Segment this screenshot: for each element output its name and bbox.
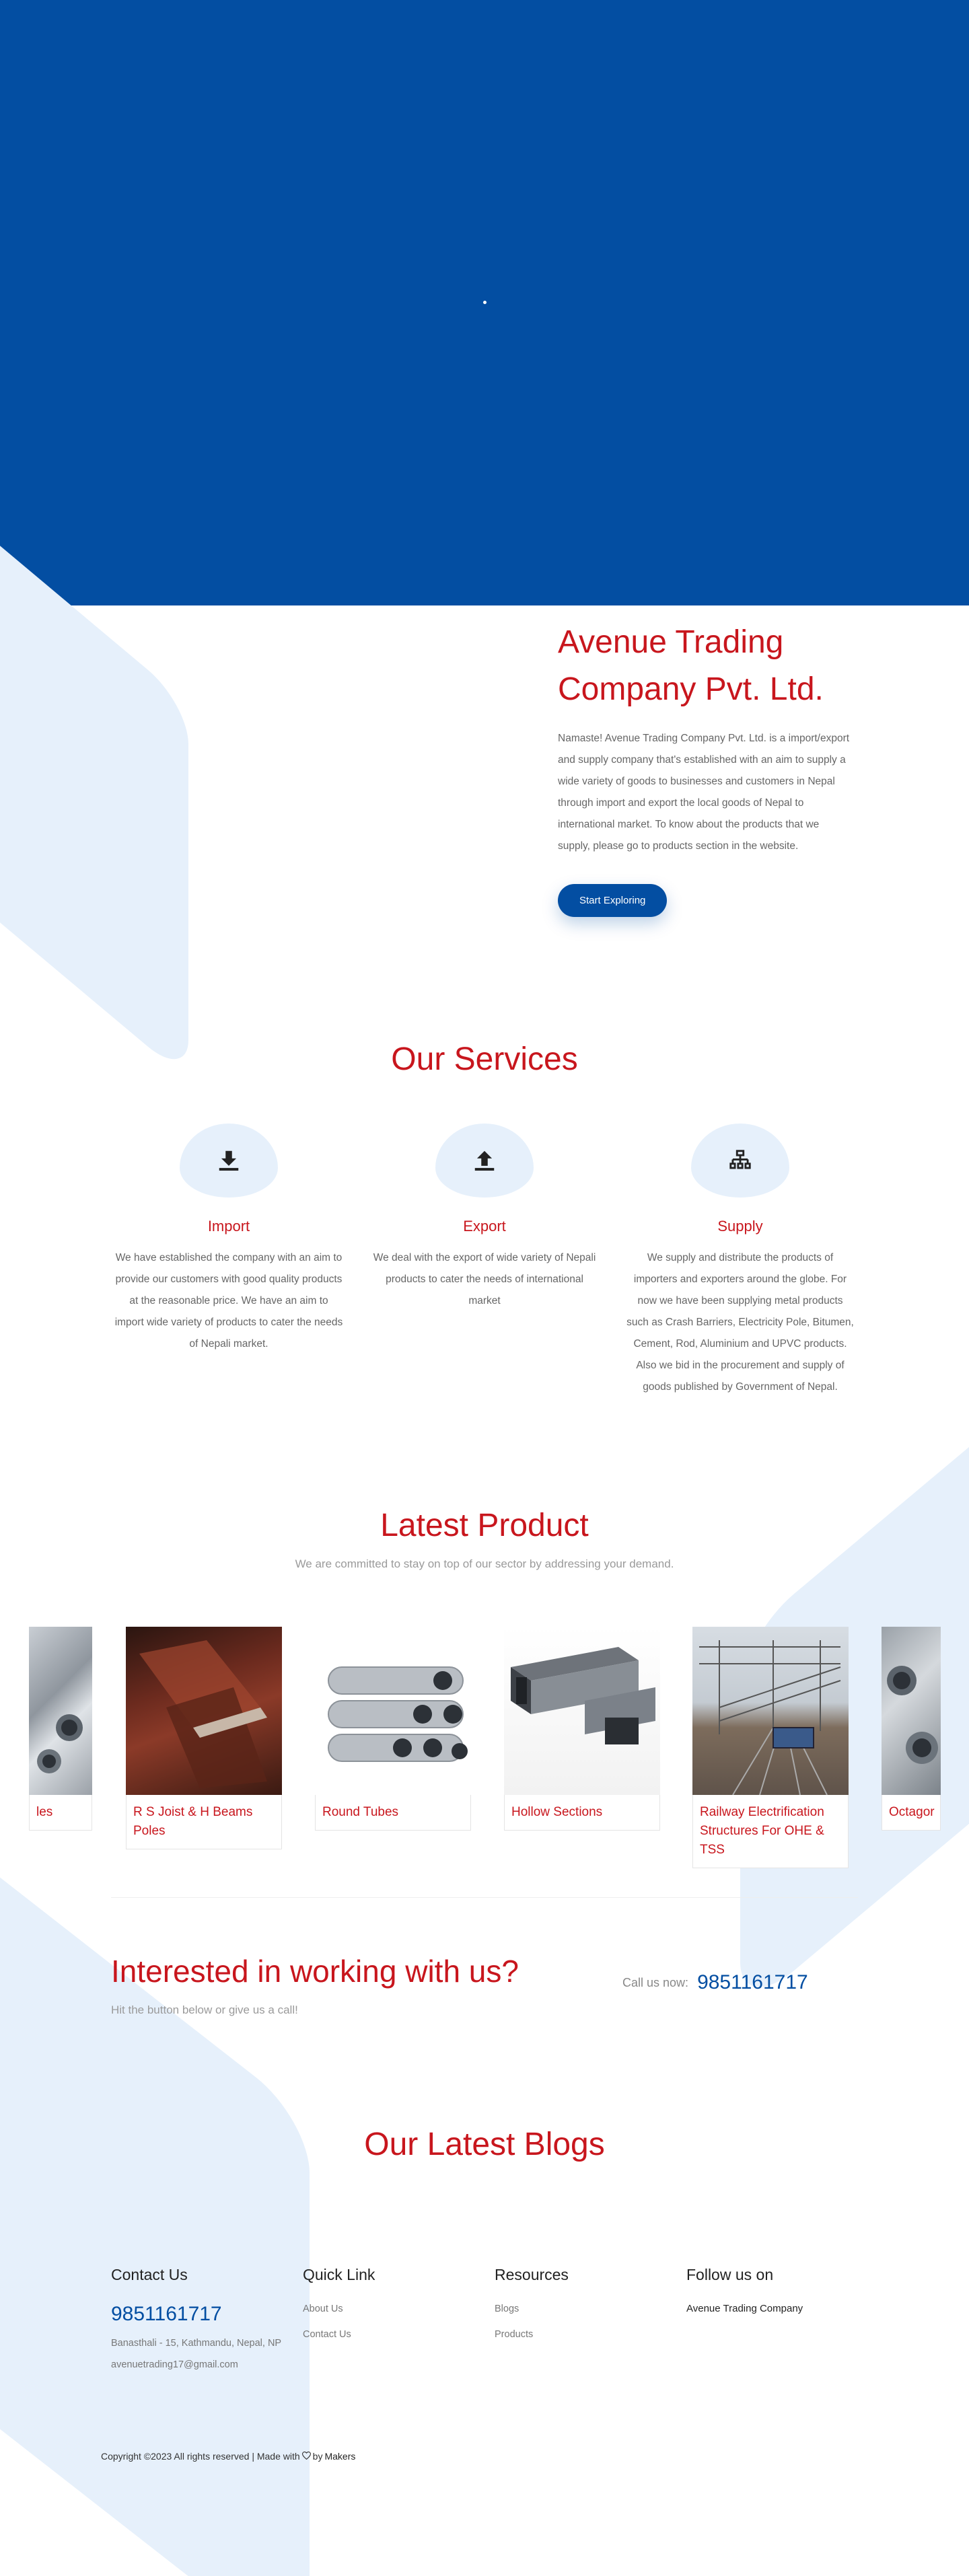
about-text: Namaste! Avenue Trading Company Pvt. Ltd… xyxy=(558,733,850,852)
service-text: We have established the company with an … xyxy=(114,1252,343,1350)
products-title: Latest Product xyxy=(380,1508,589,1543)
footer-quick-link-heading: Quick Link xyxy=(303,2266,375,2283)
product-image xyxy=(504,1627,660,1795)
product-name: Hollow Sections xyxy=(504,1795,660,1831)
product-name: Octagor xyxy=(882,1795,941,1831)
service-name: Supply xyxy=(717,1218,763,1235)
product-card[interactable]: Hollow Sections xyxy=(504,1627,660,1831)
cta-call-label: Call us now: xyxy=(622,1976,689,1989)
product-name: Railway Electrification Structures For O… xyxy=(692,1795,849,1868)
about-title: Avenue Trading Company Pvt. Ltd. xyxy=(558,624,824,707)
footer-contact-heading: Contact Us xyxy=(111,2266,188,2283)
service-name: Export xyxy=(463,1218,506,1235)
section-divider xyxy=(111,1897,858,1898)
footer-link-about-us[interactable]: About Us xyxy=(303,2296,478,2322)
product-card[interactable]: Octagor xyxy=(882,1627,941,1831)
footer-resources: Resources Blogs Products xyxy=(495,2266,670,2347)
service-name: Import xyxy=(207,1218,250,1235)
product-card[interactable]: Railway Electrification Structures For O… xyxy=(692,1627,849,1868)
footer-address: Banasthali - 15, Kathmandu, Nepal, NP xyxy=(111,2338,282,2349)
product-name: R S Joist & H Beams Poles xyxy=(126,1795,282,1849)
download-icon xyxy=(180,1124,278,1198)
about-section: Avenue Trading Company Pvt. Ltd. Namaste… xyxy=(558,619,854,917)
footer-contact: Contact Us 9851161717 Banasthali - 15, K… xyxy=(111,2266,286,2376)
product-image xyxy=(882,1627,941,1795)
footer-quick-link: Quick Link About Us Contact Us xyxy=(303,2266,478,2347)
products-subtitle: We are committed to stay on top of our s… xyxy=(295,1557,674,1570)
product-image xyxy=(126,1627,282,1795)
start-exploring-button[interactable]: Start Exploring xyxy=(558,884,668,917)
cta-call: Call us now: 9851161717 xyxy=(622,1971,808,1994)
copyright-text: Copyright ©2023 All rights reserved | Ma… xyxy=(101,2451,300,2462)
service-supply: Supply We supply and distribute the prod… xyxy=(626,1124,855,1398)
service-text: We supply and distribute the products of… xyxy=(626,1252,854,1393)
hero-banner xyxy=(0,0,969,605)
product-image xyxy=(692,1627,849,1795)
product-card[interactable]: Round Tubes xyxy=(315,1627,471,1831)
upload-icon xyxy=(435,1124,534,1198)
footer-link-blogs[interactable]: Blogs xyxy=(495,2296,670,2322)
copyright: Copyright ©2023 All rights reserved | Ma… xyxy=(101,2451,355,2462)
product-card[interactable]: les xyxy=(29,1627,92,1831)
makers-link[interactable]: Makers xyxy=(324,2451,355,2462)
service-import: Import We have established the company w… xyxy=(114,1124,343,1355)
hero-loader-dot xyxy=(483,301,487,304)
footer-social-link[interactable]: Avenue Trading Company xyxy=(686,2296,861,2322)
footer-phone-link[interactable]: 9851161717 xyxy=(111,2303,286,2326)
product-name: les xyxy=(29,1795,92,1831)
made-by-prefix: by xyxy=(312,2451,323,2462)
product-name: Round Tubes xyxy=(315,1795,471,1831)
footer-follow: Follow us on Avenue Trading Company xyxy=(686,2266,861,2322)
cta-subtitle: Hit the button below or give us a call! xyxy=(111,2003,298,2016)
blogs-title: Our Latest Blogs xyxy=(364,2127,605,2162)
cta-title: Interested in working with us? xyxy=(111,1954,519,1989)
footer-resources-heading: Resources xyxy=(495,2266,569,2283)
footer-email-link[interactable]: avenuetrading17@gmail.com xyxy=(111,2354,286,2376)
service-export: Export We deal with the export of wide v… xyxy=(370,1124,599,1312)
product-card[interactable]: R S Joist & H Beams Poles xyxy=(126,1627,282,1849)
cta-phone-link[interactable]: 9851161717 xyxy=(697,1971,808,1993)
service-text: We deal with the export of wide variety … xyxy=(373,1252,596,1307)
product-image xyxy=(29,1627,92,1795)
services-title: Our Services xyxy=(391,1041,578,1077)
footer-follow-heading: Follow us on xyxy=(686,2266,774,2283)
footer-link-contact-us[interactable]: Contact Us xyxy=(303,2322,478,2347)
footer-link-products[interactable]: Products xyxy=(495,2322,670,2347)
network-icon xyxy=(691,1124,789,1198)
heart-icon xyxy=(301,2451,311,2462)
product-image xyxy=(315,1627,471,1795)
